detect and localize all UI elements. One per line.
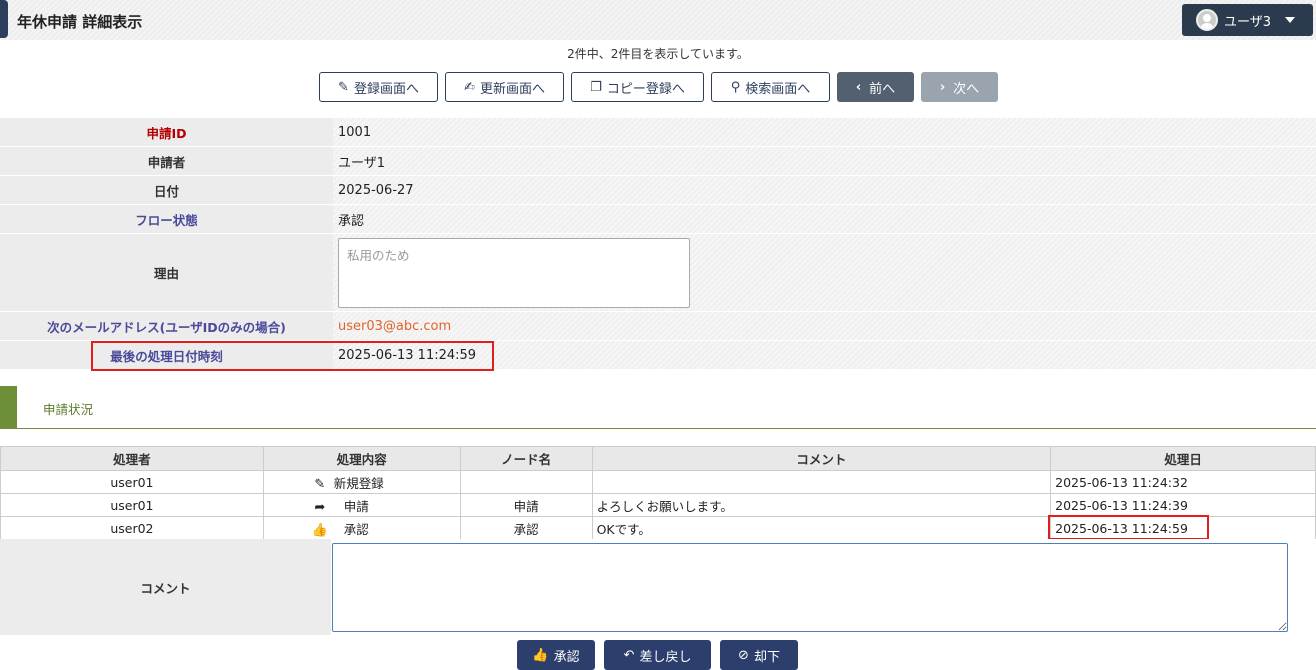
history-header-node: ノード名 xyxy=(459,446,593,471)
action-buttons: 👍 承認 ↶ 差し戻し ⊘ 却下 xyxy=(517,640,798,670)
detail-row-applicant: 申請者 ユーザ1 xyxy=(0,147,1316,176)
comment-label: コメント xyxy=(0,539,331,635)
flow-status-label: フロー状態 xyxy=(0,205,333,233)
detail-row-flow-status: フロー状態 承認 xyxy=(0,205,1316,234)
search-icon: ⚲ xyxy=(730,79,741,95)
last-processed-value: 2025-06-13 11:24:59 xyxy=(333,341,1316,369)
flow-status-value: 承認 xyxy=(333,205,1316,233)
history-comment xyxy=(591,470,1052,494)
caret-down-icon xyxy=(1285,17,1296,23)
copy-icon: ❐ xyxy=(590,79,602,95)
approve-label: 承認 xyxy=(553,649,580,665)
register-screen-label: 登録画面へ xyxy=(353,81,419,97)
request-id-label: 申請ID xyxy=(0,118,333,146)
search-screen-label: 検索画面へ xyxy=(745,81,811,97)
detail-row-request-id: 申請ID 1001 xyxy=(0,118,1316,147)
history-date: 2025-06-13 11:24:32 xyxy=(1050,470,1316,494)
history-action: 👍 承認 xyxy=(262,516,461,540)
thumbs-up-icon: 👍 xyxy=(311,522,328,538)
search-screen-button[interactable]: ⚲ 検索画面へ xyxy=(711,72,830,102)
history-header-comment: コメント xyxy=(591,446,1052,471)
detail-row-last-processed: 最後の処理日付時刻 2025-06-13 11:24:59 xyxy=(0,341,1316,370)
history-action-text: 新規登録 xyxy=(333,475,384,491)
history-header-date: 処理日 xyxy=(1050,446,1316,471)
pencil-icon: ✎ xyxy=(314,476,326,492)
comment-textarea[interactable] xyxy=(332,543,1288,632)
send-back-button[interactable]: ↶ 差し戻し xyxy=(604,640,711,670)
section-accent-bar xyxy=(0,386,17,428)
chevron-left-icon: ‹ xyxy=(855,79,862,95)
pencil-icon: ✎ xyxy=(338,79,349,95)
share-arrow-icon: ➦ xyxy=(314,499,326,515)
register-screen-button[interactable]: ✎ 登録画面へ xyxy=(319,72,438,102)
history-action-text: 承認 xyxy=(343,521,369,537)
date-value: 2025-06-27 xyxy=(333,176,1316,204)
date-label: 日付 xyxy=(0,176,333,204)
history-node: 承認 xyxy=(459,516,593,540)
history-header-row: 処理者 処理内容 ノード名 コメント 処理日 xyxy=(0,446,1316,471)
user-avatar-icon xyxy=(1196,9,1218,31)
update-screen-label: 更新画面へ xyxy=(479,81,545,97)
history-action: ✎ 新規登録 xyxy=(262,470,461,494)
ban-icon: ⊘ xyxy=(738,647,749,663)
reject-label: 却下 xyxy=(753,649,780,665)
nav-toolbar: ✎ 登録画面へ ✍ 更新画面へ ❐ コピー登録へ ⚲ 検索画面へ ‹ 前へ › … xyxy=(319,72,998,102)
applicant-value: ユーザ1 xyxy=(333,147,1316,175)
approve-button[interactable]: 👍 承認 xyxy=(517,640,595,670)
reason-label: 理由 xyxy=(0,234,333,311)
section-title: 申請状況 xyxy=(43,402,94,417)
reject-button[interactable]: ⊘ 却下 xyxy=(720,640,798,670)
history-date: 2025-06-13 11:24:39 xyxy=(1050,493,1316,517)
section-heading: 申請状況 xyxy=(0,386,1316,429)
reason-cell: 私用のため xyxy=(333,234,1316,311)
detail-table: 申請ID 1001 申請者 ユーザ1 日付 2025-06-27 フロー状態 承… xyxy=(0,118,1316,370)
send-back-label: 差し戻し xyxy=(639,649,692,665)
prev-label: 前へ xyxy=(869,81,896,97)
table-row: user01 ➦ 申請 申請 よろしくお願いします。 2025-06-13 11:… xyxy=(0,493,1316,517)
next-mail-label: 次のメールアドレス(ユーザIDのみの場合) xyxy=(0,312,333,340)
next-mail-value: user03@abc.com xyxy=(333,312,1316,340)
history-table: 処理者 処理内容 ノード名 コメント 処理日 user01 ✎ 新規登録 2025… xyxy=(0,446,1316,540)
history-user: user02 xyxy=(0,516,264,540)
detail-row-reason: 理由 私用のため xyxy=(0,234,1316,312)
history-header-action: 処理内容 xyxy=(262,446,461,471)
page-title: 年休申請 詳細表示 xyxy=(17,13,143,31)
prev-button[interactable]: ‹ 前へ xyxy=(837,72,914,102)
undo-arrow-icon: ↶ xyxy=(623,647,635,663)
table-row: user01 ✎ 新規登録 2025-06-13 11:24:32 xyxy=(0,470,1316,494)
history-action-text: 申請 xyxy=(343,498,369,514)
history-user: user01 xyxy=(0,493,264,517)
table-row: user02 👍 承認 承認 OKです。 2025-06-13 11:24:59 xyxy=(0,516,1316,540)
history-action: ➦ 申請 xyxy=(262,493,461,517)
comment-row: コメント xyxy=(0,539,1316,635)
header-accent xyxy=(0,0,8,38)
copy-register-button[interactable]: ❐ コピー登録へ xyxy=(571,72,704,102)
thumbs-up-icon: 👍 xyxy=(532,647,549,663)
detail-row-date: 日付 2025-06-27 xyxy=(0,176,1316,205)
history-header-user: 処理者 xyxy=(0,446,264,471)
page-header: 年休申請 詳細表示 ユーザ3 xyxy=(0,0,1316,40)
copy-register-label: コピー登録へ xyxy=(606,81,685,97)
history-node xyxy=(459,470,593,494)
next-button[interactable]: › 次へ xyxy=(921,72,998,102)
history-comment: よろしくお願いします。 xyxy=(591,493,1052,517)
history-comment: OKです。 xyxy=(591,516,1052,540)
comment-cell xyxy=(331,539,1316,635)
next-label: 次へ xyxy=(953,81,980,97)
last-processed-label: 最後の処理日付時刻 xyxy=(0,341,333,369)
user-menu-button[interactable]: ユーザ3 xyxy=(1182,4,1313,36)
history-user: user01 xyxy=(0,470,264,494)
applicant-label: 申請者 xyxy=(0,147,333,175)
reason-textarea[interactable]: 私用のため xyxy=(338,237,690,308)
edit-icon: ✍ xyxy=(464,79,475,95)
update-screen-button[interactable]: ✍ 更新画面へ xyxy=(445,72,564,102)
user-name: ユーザ3 xyxy=(1224,14,1272,30)
record-count: 2件中、2件目を表示しています。 xyxy=(567,47,749,61)
history-node: 申請 xyxy=(459,493,593,517)
detail-row-next-mail: 次のメールアドレス(ユーザIDのみの場合) user03@abc.com xyxy=(0,312,1316,341)
history-date: 2025-06-13 11:24:59 xyxy=(1050,516,1316,540)
chevron-right-icon: › xyxy=(939,79,946,95)
request-id-value: 1001 xyxy=(333,118,1316,146)
